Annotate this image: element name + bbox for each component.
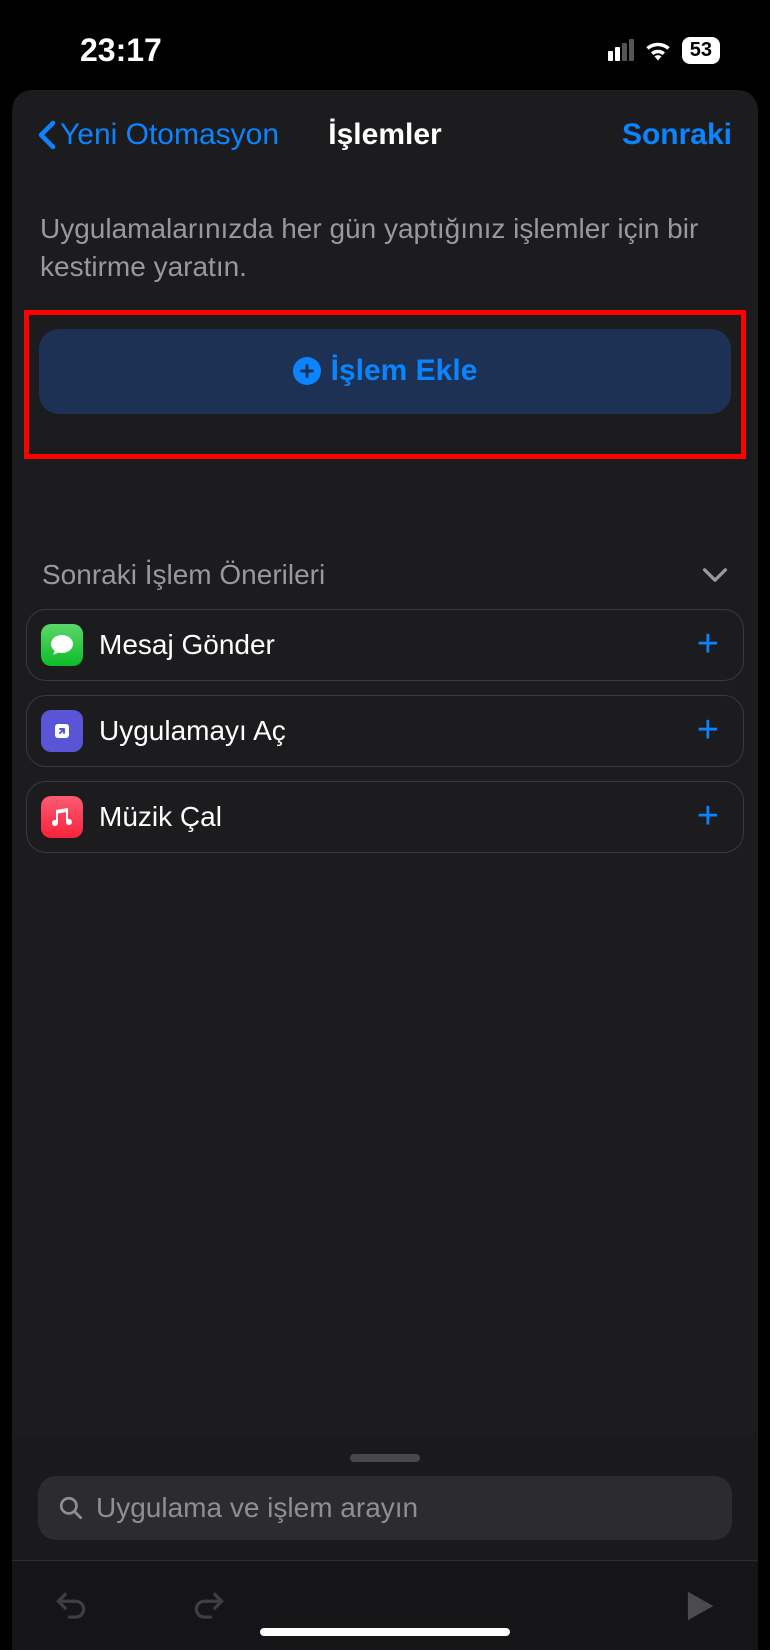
back-button[interactable]: Yeni Otomasyon (38, 118, 279, 152)
back-label: Yeni Otomasyon (60, 118, 279, 152)
search-icon (58, 1495, 84, 1521)
status-indicators: 53 (608, 37, 720, 64)
description-text: Uygulamalarınızda her gün yaptığınız işl… (26, 180, 744, 310)
battery-indicator: 53 (682, 37, 720, 64)
add-suggestion-icon[interactable]: + (697, 709, 719, 752)
suggestion-label: Müzik Çal (99, 801, 681, 833)
status-bar: 23:17 53 (0, 0, 770, 100)
search-bar[interactable]: Uygulama ve işlem arayın (38, 1476, 732, 1540)
undo-button[interactable] (52, 1587, 90, 1625)
add-action-button[interactable]: İşlem Ekle (39, 329, 731, 414)
wifi-icon (644, 39, 672, 61)
shortcuts-app-icon (41, 710, 83, 752)
suggestion-label: Uygulamayı Aç (99, 715, 681, 747)
home-indicator[interactable] (260, 1628, 510, 1636)
suggestion-item-messages[interactable]: Mesaj Gönder + (26, 609, 744, 681)
cellular-signal-icon (608, 39, 634, 61)
suggestions-header[interactable]: Sonraki İşlem Önerileri (26, 559, 744, 609)
highlight-annotation: İşlem Ekle (24, 310, 746, 459)
add-suggestion-icon[interactable]: + (697, 623, 719, 666)
plus-circle-icon (293, 357, 321, 385)
messages-app-icon (41, 624, 83, 666)
modal-sheet: Yeni Otomasyon İşlemler Sonraki Uygulama… (12, 90, 758, 1650)
suggestion-item-open-app[interactable]: Uygulamayı Aç + (26, 695, 744, 767)
play-button[interactable] (680, 1587, 718, 1625)
redo-button[interactable] (190, 1587, 228, 1625)
chevron-left-icon (38, 120, 56, 150)
suggestion-item-play-music[interactable]: Müzik Çal + (26, 781, 744, 853)
drag-handle[interactable] (350, 1454, 420, 1462)
search-placeholder: Uygulama ve işlem arayın (96, 1492, 418, 1524)
chevron-down-icon (702, 567, 728, 583)
music-app-icon (41, 796, 83, 838)
next-button[interactable]: Sonraki (622, 118, 732, 152)
add-suggestion-icon[interactable]: + (697, 795, 719, 838)
add-action-label: İşlem Ekle (331, 354, 478, 388)
status-time: 23:17 (80, 32, 162, 69)
suggestions-title: Sonraki İşlem Önerileri (42, 559, 325, 591)
page-title: İşlemler (328, 118, 441, 152)
suggestion-label: Mesaj Gönder (99, 629, 681, 661)
toolbar (12, 1560, 758, 1650)
navigation-header: Yeni Otomasyon İşlemler Sonraki (12, 90, 758, 180)
bottom-panel: Uygulama ve işlem arayın (12, 1438, 758, 1650)
